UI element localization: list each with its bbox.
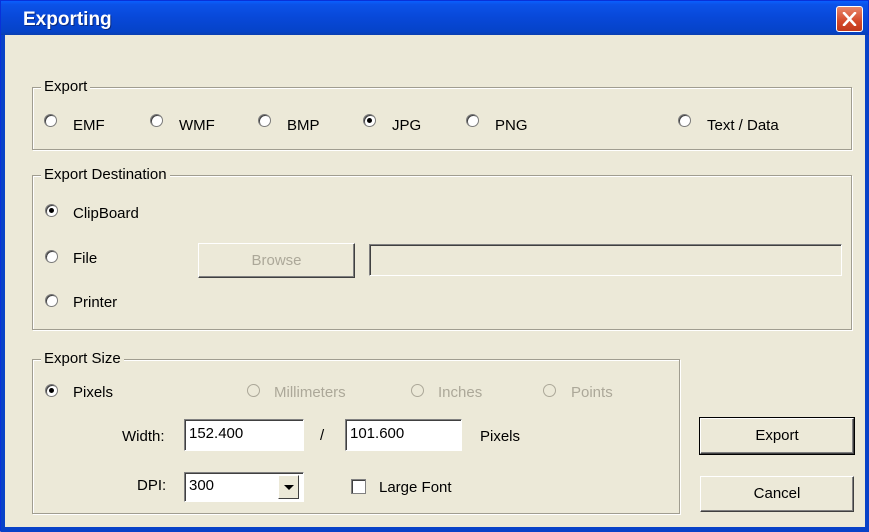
exporting-dialog: Exporting Export EMF WMF BMP JPG PNG Tex… — [0, 0, 869, 532]
text-data-radio-label[interactable]: Text / Data — [707, 117, 779, 134]
printer-radio-label[interactable]: Printer — [73, 294, 117, 311]
export-destination-group-label: Export Destination — [41, 166, 170, 184]
window-frame-bottom — [1, 527, 869, 532]
close-icon — [842, 12, 857, 26]
wmf-radio-label[interactable]: WMF — [179, 117, 215, 134]
emf-radio[interactable] — [44, 114, 57, 127]
height-input[interactable]: 101.600 — [345, 419, 462, 451]
file-radio-label[interactable]: File — [73, 250, 97, 267]
wmf-radio[interactable] — [150, 114, 163, 127]
dpi-label: DPI: — [137, 477, 167, 494]
inches-radio[interactable] — [411, 384, 424, 397]
width-input[interactable]: 152.400 — [184, 419, 304, 451]
large-font-checkbox[interactable] — [351, 479, 366, 494]
text-data-radio[interactable] — [678, 114, 691, 127]
width-label: Width: — [122, 428, 165, 445]
close-button[interactable] — [836, 6, 863, 32]
pixels-radio[interactable] — [45, 384, 58, 397]
clipboard-radio-label[interactable]: ClipBoard — [73, 205, 139, 222]
millimeters-radio-label[interactable]: Millimeters — [274, 384, 346, 401]
png-radio-label[interactable]: PNG — [495, 117, 528, 134]
printer-radio[interactable] — [45, 294, 58, 307]
window-frame-right — [865, 35, 869, 532]
file-radio[interactable] — [45, 250, 58, 263]
dpi-dropdown-button[interactable] — [278, 475, 299, 499]
pixels-radio-label[interactable]: Pixels — [73, 384, 113, 401]
jpg-radio-label[interactable]: JPG — [392, 117, 421, 134]
export-format-group-label: Export — [41, 78, 91, 96]
points-radio[interactable] — [543, 384, 556, 397]
millimeters-radio[interactable] — [247, 384, 260, 397]
title-bar[interactable]: Exporting — [1, 1, 868, 35]
emf-radio-label[interactable]: EMF — [73, 117, 105, 134]
export-button[interactable]: Export — [699, 417, 855, 455]
points-radio-label[interactable]: Points — [571, 384, 613, 401]
inches-radio-label[interactable]: Inches — [438, 384, 482, 401]
bmp-radio[interactable] — [258, 114, 271, 127]
bmp-radio-label[interactable]: BMP — [287, 117, 320, 134]
png-radio[interactable] — [466, 114, 479, 127]
window-title: Exporting — [23, 9, 112, 30]
size-separator: / — [320, 427, 325, 444]
size-unit-label: Pixels — [480, 428, 521, 445]
large-font-label[interactable]: Large Font — [379, 479, 452, 496]
clipboard-radio[interactable] — [45, 204, 58, 217]
jpg-radio[interactable] — [363, 114, 376, 127]
browse-button[interactable]: Browse — [198, 243, 355, 278]
dpi-select-value: 300 — [189, 477, 215, 494]
window-frame-left — [1, 35, 5, 532]
export-size-group-label: Export Size — [41, 350, 124, 368]
file-path-field[interactable] — [369, 244, 842, 276]
cancel-button[interactable]: Cancel — [700, 476, 854, 512]
